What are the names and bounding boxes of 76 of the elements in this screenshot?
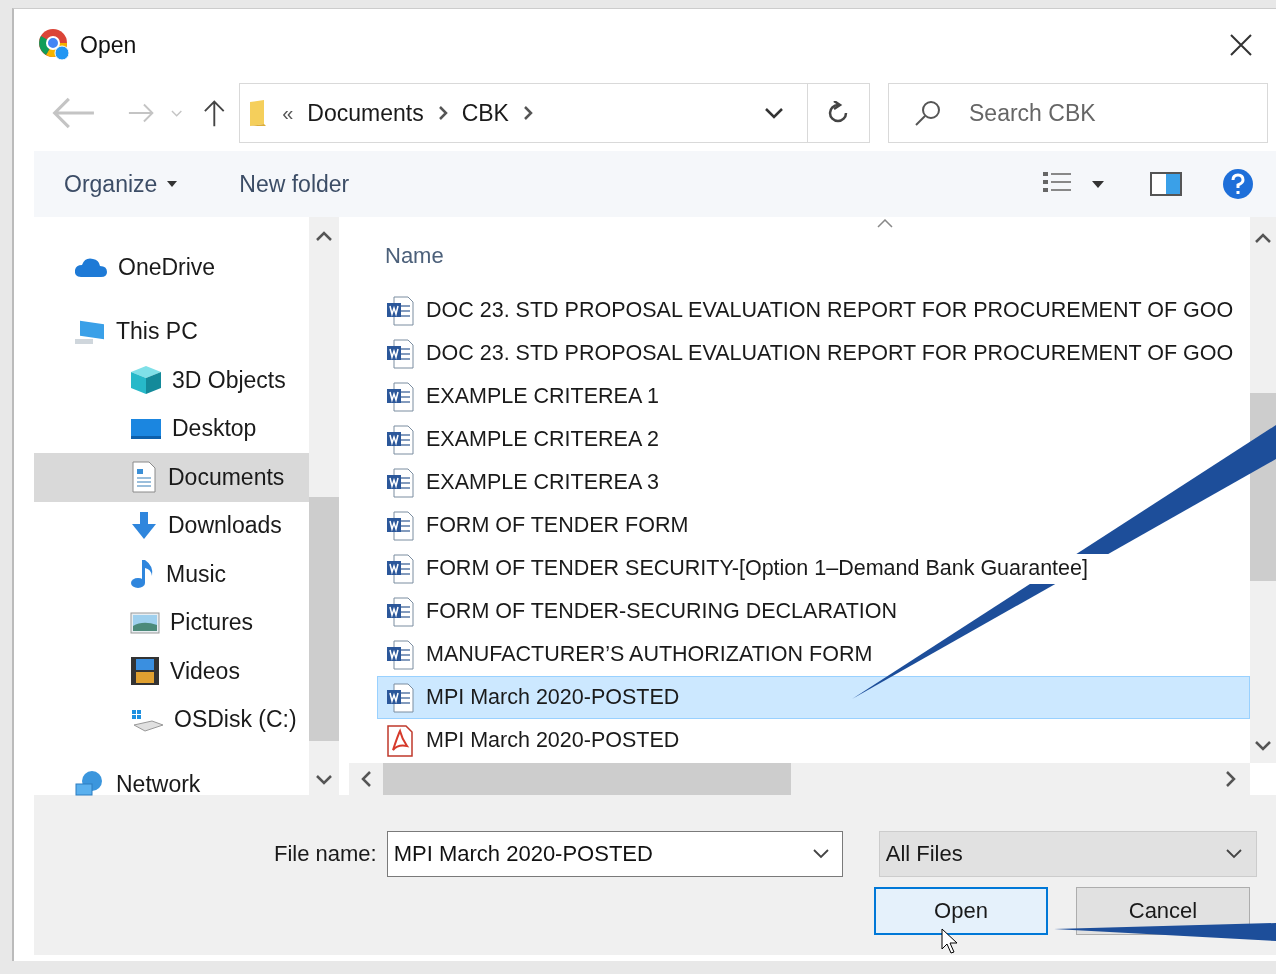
word-file-icon	[386, 295, 414, 326]
close-icon[interactable]	[1230, 34, 1252, 56]
download-icon	[130, 510, 158, 541]
word-file-icon	[386, 338, 414, 369]
window-title: Open	[80, 31, 138, 59]
scroll-left-icon[interactable]	[361, 771, 371, 787]
chevron-down-icon	[1225, 849, 1242, 859]
chevron-right-icon[interactable]	[522, 105, 533, 121]
nav-item[interactable]: Documents	[34, 453, 309, 502]
file-row[interactable]: EXAMPLE CRITEREA 3	[377, 461, 1250, 504]
picture-icon	[130, 610, 160, 635]
scroll-up-icon[interactable]	[1255, 233, 1271, 243]
scrollbar-thumb[interactable]	[309, 497, 339, 741]
nav-item[interactable]: Desktop	[34, 404, 309, 453]
file-row[interactable]: FORM OF TENDER SECURITY-[Option 1–Demand Bank Guarantee]	[377, 547, 1250, 590]
file-row[interactable]: DOC 23. STD PROPOSAL EVALUATION REPORT FOR PROCUREMENT OF GOO	[377, 289, 1250, 332]
search-icon	[914, 99, 942, 127]
word-file-icon	[386, 381, 414, 412]
new-folder-button[interactable]: New folder	[239, 164, 350, 204]
word-file-icon	[386, 424, 414, 455]
organize-menu[interactable]: Organize	[64, 164, 178, 204]
film-icon	[130, 656, 160, 687]
nav-item[interactable]: OneDrive	[34, 243, 309, 292]
file-row[interactable]: MANUFACTURER’S AUTHORIZATION FORM	[377, 633, 1250, 676]
chevron-down-icon[interactable]	[812, 849, 829, 859]
app-logo-icon	[38, 28, 72, 62]
search-field[interactable]: Search CBK	[888, 83, 1268, 143]
mouse-cursor-icon	[941, 928, 958, 954]
file-row[interactable]: FORM OF TENDER-SECURING DECLARATION	[377, 590, 1250, 633]
chevron-down-icon[interactable]	[764, 107, 783, 119]
scrollbar-thumb[interactable]	[383, 763, 791, 795]
word-file-icon	[386, 596, 414, 627]
nav-item[interactable]: Network	[34, 760, 309, 809]
file-row[interactable]: DOC 23. STD PROPOSAL EVALUATION REPORT FOR PROCUREMENT OF GOO	[377, 332, 1250, 375]
monitor-icon	[130, 416, 162, 441]
nav-item[interactable]: 3D Objects	[34, 356, 309, 405]
cube-icon	[130, 365, 162, 396]
nav-item[interactable]: This PC	[34, 307, 309, 356]
dialog-button[interactable]: Open	[874, 887, 1048, 935]
nav-item[interactable]: Downloads	[34, 501, 309, 550]
cloud-icon	[74, 256, 108, 279]
scroll-down-icon[interactable]	[316, 775, 332, 785]
chevron-right-icon[interactable]	[437, 105, 448, 121]
nav-item[interactable]: OSDisk (C:)	[34, 695, 309, 744]
file-row[interactable]: MPI March 2020-POSTED	[377, 676, 1250, 719]
word-file-icon	[386, 639, 414, 670]
nav-item[interactable]: Videos	[34, 647, 309, 696]
sort-up-icon[interactable]	[877, 219, 893, 228]
scroll-up-icon[interactable]	[316, 231, 332, 241]
pdf-file-icon	[386, 724, 414, 757]
breadcrumb[interactable]: Documents	[307, 99, 424, 127]
dropdown-arrow-icon	[167, 181, 178, 187]
folder-icon	[248, 99, 269, 127]
preview-pane-icon[interactable]	[1150, 172, 1182, 196]
scroll-down-icon[interactable]	[1255, 741, 1271, 751]
file-row[interactable]: EXAMPLE CRITEREA 2	[377, 418, 1250, 461]
file-name-label: File name:	[274, 841, 377, 867]
word-file-icon	[386, 510, 414, 541]
dropdown-arrow-icon[interactable]	[1092, 180, 1104, 188]
nav-item[interactable]: Music	[34, 550, 309, 599]
word-file-icon	[386, 467, 414, 498]
file-row[interactable]: EXAMPLE CRITEREA 1	[377, 375, 1250, 418]
column-header[interactable]: Name	[385, 243, 444, 269]
file-row[interactable]: FORM OF TENDER FORM	[377, 504, 1250, 547]
scroll-right-icon[interactable]	[1226, 771, 1236, 787]
word-file-icon	[386, 553, 414, 584]
overflow-chevron[interactable]: «	[282, 101, 294, 125]
word-file-icon	[386, 682, 414, 713]
up-arrow-icon[interactable]	[202, 98, 226, 128]
file-type-dropdown[interactable]: All Files	[878, 831, 1257, 877]
file-row[interactable]: MPI March 2020-POSTED	[377, 719, 1250, 762]
help-icon[interactable]	[1222, 168, 1254, 200]
document-icon	[130, 461, 158, 494]
nav-item[interactable]: Pictures	[34, 598, 309, 647]
file-name-field[interactable]: MPI March 2020-POSTED	[386, 831, 843, 877]
breadcrumb[interactable]: CBK	[461, 99, 509, 127]
